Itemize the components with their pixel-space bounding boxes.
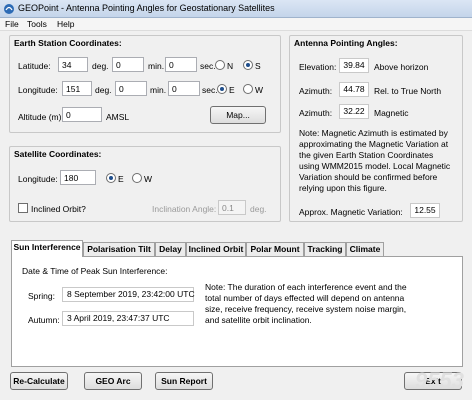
inclination-label: Inclination Angle: [152,204,217,214]
azimuth-true-label: Azimuth: [299,86,333,96]
azimuth-mag-label: Azimuth: [299,108,333,118]
lon-e-label: E [229,85,235,95]
altitude-unit: AMSL [106,112,130,122]
azimuth-true-note: Rel. to True North [374,86,442,96]
watermark-logo: 9553 [415,368,464,393]
sat-lon-w-label: W [144,174,153,184]
earth-station-heading: Earth Station Coordinates: [14,38,122,48]
lat-s-label: S [255,61,261,71]
lat-n-label: N [227,61,234,71]
recalculate-button[interactable]: Re-Calculate [10,372,68,390]
lon-w-radio[interactable] [243,84,253,94]
sec-label: sec. [202,85,218,95]
altitude-label: Altitude (m): [18,112,64,122]
sun-note-line: and satellite orbit inclination. [205,315,312,325]
tab-polar-mount[interactable]: Polar Mount [246,242,304,256]
tab-climate[interactable]: Climate [346,242,384,256]
inclined-orbit-checkbox[interactable] [18,203,28,213]
sun-note-line: Note: The duration of each interference … [205,282,407,292]
latitude-label: Latitude: [18,61,51,71]
spring-label: Spring: [28,291,55,301]
variation-value: 12.55 [410,203,440,218]
min-label: min. [150,85,167,95]
tab-inclined-orbit[interactable]: Inclined Orbit [186,242,246,256]
tab-sun-interference[interactable]: Sun Interference [11,240,83,257]
app-icon [4,4,14,14]
lon-w-label: W [255,85,264,95]
magnetic-note-line: Note: Magnetic Azimuth is estimated by [299,128,448,138]
pointing-heading: Antenna Pointing Angles: [294,38,398,48]
elevation-value: 39.84 [339,58,369,73]
inclination-unit: deg. [250,204,267,214]
spring-value: 8 September 2019, 23:42:00 UTC [62,287,195,302]
sec-label: sec. [200,61,216,71]
magnetic-note-line: relying upon this figure. [299,183,387,193]
window-title: GEOPoint - Antenna Pointing Angles for G… [18,3,275,13]
title-bar: GEOPoint - Antenna Pointing Angles for G… [0,0,472,18]
elevation-label: Elevation: [299,62,337,72]
tab-delay[interactable]: Delay [155,242,186,256]
azimuth-true-value: 44.78 [339,82,369,97]
lat-n-radio[interactable] [215,60,225,70]
magnetic-note-line: approximating the Magnetic Variation at [299,139,449,149]
lon-e-radio[interactable] [217,84,227,94]
geo-arc-button[interactable]: GEO Arc [84,372,142,390]
azimuth-mag-note: Magnetic [374,108,409,118]
sat-lon-e-label: E [118,174,124,184]
inclined-orbit-label: Inclined Orbit? [31,204,86,214]
longitude-min-input[interactable]: 0 [115,81,147,96]
latitude-min-input[interactable]: 0 [112,57,144,72]
magnetic-note-line: Variation should be confirmed before [299,172,438,182]
autumn-label: Autumn: [28,315,60,325]
menu-file[interactable]: File [5,19,19,29]
longitude-label: Longitude: [18,85,58,95]
deg-label: deg. [92,61,109,71]
sun-note-line: total number of days effected will depen… [205,293,405,303]
sat-lon-w-radio[interactable] [132,173,142,183]
autumn-value: 3 April 2019, 23:47:37 UTC [62,311,194,326]
menu-help[interactable]: Help [57,19,74,29]
tab-polarisation-tilt[interactable]: Polarisation Tilt [83,242,155,256]
magnetic-note-line: using WMM2015 model. Local Magnetic [299,161,451,171]
magnetic-note-line: the given Earth Station Coordinates [299,150,434,160]
menu-tools[interactable]: Tools [27,19,47,29]
variation-label: Approx. Magnetic Variation: [299,207,403,217]
map-button[interactable]: Map... [210,106,266,124]
sun-heading: Date & Time of Peak Sun Interference: [22,266,168,276]
longitude-deg-input[interactable]: 151 [62,81,92,96]
lat-s-radio[interactable] [243,60,253,70]
satellite-heading: Satellite Coordinates: [14,149,102,159]
min-label: min. [148,61,165,71]
magnetic-note: Note: Magnetic Azimuth is estimated by a… [299,128,461,194]
sat-longitude-label: Longitude: [18,174,58,184]
inclination-input[interactable]: 0.1 [218,200,246,215]
sun-note-line: size, receive frequency, receive system … [205,304,407,314]
latitude-deg-input[interactable]: 34 [58,57,88,72]
menu-bar: File Tools Help [0,18,472,31]
sat-lon-e-radio[interactable] [106,173,116,183]
azimuth-mag-value: 32.22 [339,104,369,119]
sun-note: Note: The duration of each interference … [205,282,460,326]
altitude-input[interactable]: 0 [62,107,102,122]
tab-tracking[interactable]: Tracking [304,242,346,256]
sat-longitude-input[interactable]: 180 [60,170,96,185]
latitude-sec-input[interactable]: 0 [165,57,197,72]
deg-label: deg. [95,85,112,95]
elevation-note: Above horizon [374,62,429,72]
sun-report-button[interactable]: Sun Report [155,372,213,390]
longitude-sec-input[interactable]: 0 [168,81,200,96]
